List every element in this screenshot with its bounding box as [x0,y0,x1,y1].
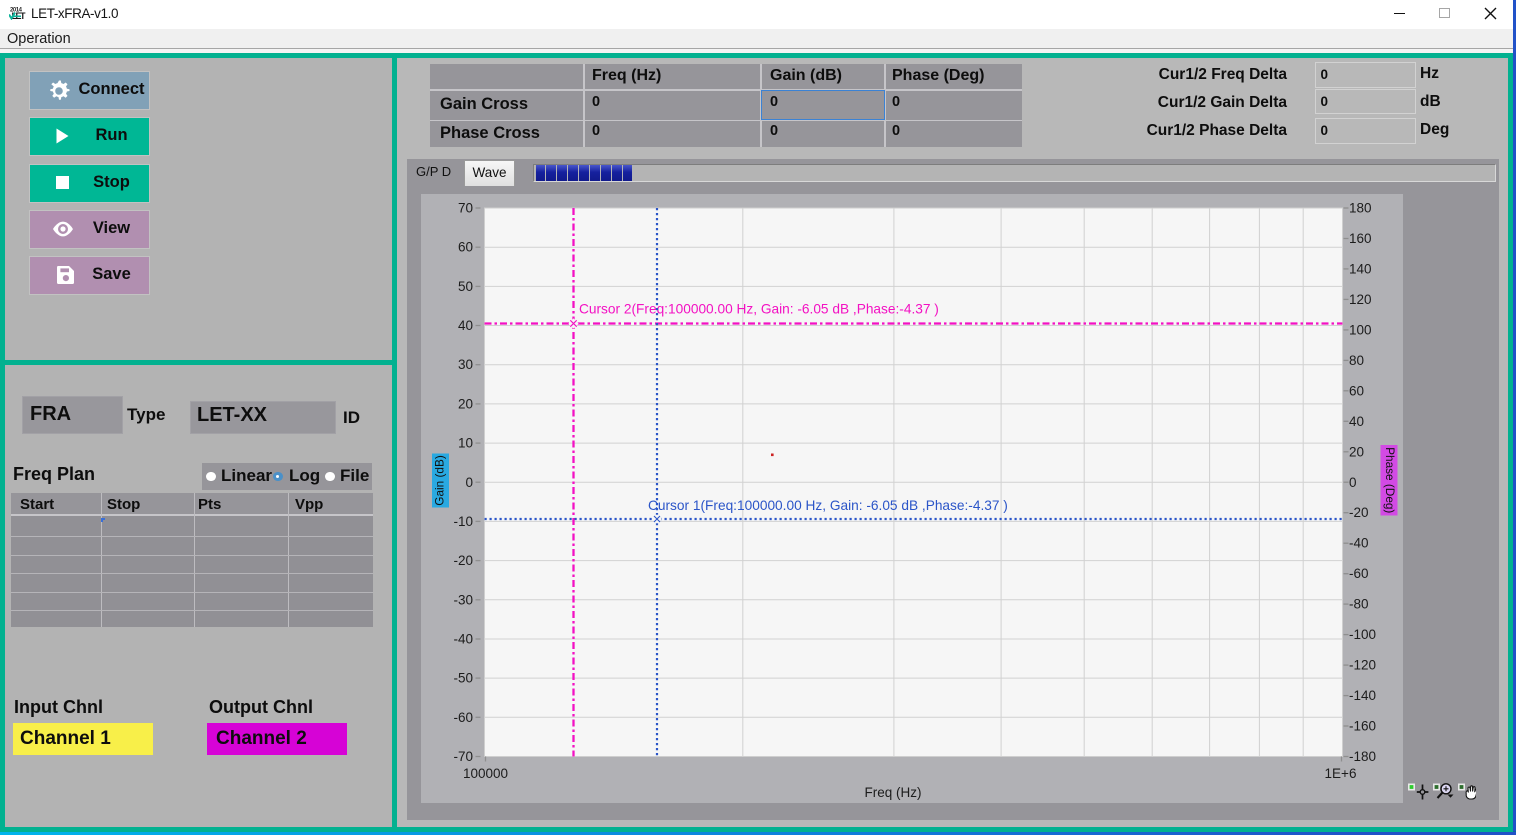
svg-text:-180: -180 [1349,749,1376,764]
svg-text:-20: -20 [453,553,473,568]
svg-text:0: 0 [1349,475,1357,490]
svg-text:160: 160 [1349,231,1372,246]
svg-text:-160: -160 [1349,719,1376,734]
svg-text:180: 180 [1349,201,1372,216]
svg-text:-80: -80 [1349,597,1369,612]
svg-text:-40: -40 [1349,536,1369,551]
svg-text:-60: -60 [453,710,473,725]
svg-text:100000: 100000 [463,766,508,781]
svg-text:50: 50 [458,279,473,294]
svg-text:80: 80 [1349,353,1364,368]
svg-text:100: 100 [1349,322,1372,337]
svg-text:60: 60 [458,240,473,255]
svg-text:Phase (Deg): Phase (Deg) [1383,447,1397,513]
svg-text:-100: -100 [1349,627,1376,642]
svg-text:140: 140 [1349,261,1372,276]
svg-text:120: 120 [1349,292,1372,307]
svg-text:70: 70 [458,201,473,216]
svg-text:-10: -10 [453,514,473,529]
svg-text:1E+6: 1E+6 [1325,766,1357,781]
svg-text:-70: -70 [453,749,473,764]
svg-text:-40: -40 [453,632,473,647]
svg-text:Cursor 1(Freq:100000.00 Hz, Ga: Cursor 1(Freq:100000.00 Hz, Gain: -6.05 … [648,498,1008,513]
svg-text:20: 20 [458,396,473,411]
svg-text:Gain (dB): Gain (dB) [433,455,447,506]
svg-text:40: 40 [1349,414,1364,429]
svg-text:-20: -20 [1349,505,1369,520]
svg-text:20: 20 [1349,444,1364,459]
svg-text:-120: -120 [1349,658,1376,673]
svg-text:-140: -140 [1349,688,1376,703]
svg-text:10: 10 [458,436,473,451]
svg-text:-50: -50 [453,671,473,686]
svg-text:60: 60 [1349,383,1364,398]
svg-text:Cursor 2(Freq:100000.00 Hz, Ga: Cursor 2(Freq:100000.00 Hz, Gain: -6.05 … [579,302,939,317]
svg-text:Freq (Hz): Freq (Hz) [865,785,922,800]
svg-text:40: 40 [458,318,473,333]
svg-text:-30: -30 [453,592,473,607]
svg-text:-60: -60 [1349,566,1369,581]
svg-text:30: 30 [458,357,473,372]
svg-text:0: 0 [465,475,473,490]
